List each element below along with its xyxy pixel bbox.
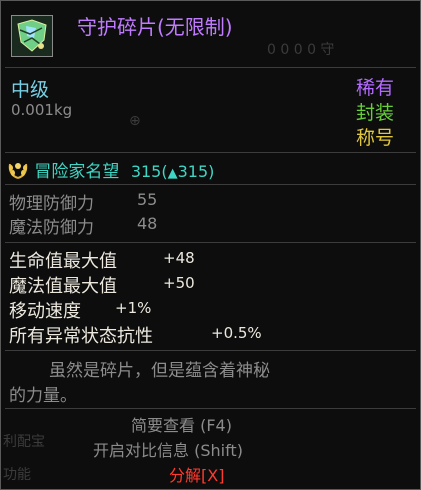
item-weight: 0.001kg — [11, 101, 73, 119]
divider — [5, 350, 416, 351]
physical-defense-value: 55 — [137, 190, 158, 209]
background-ghost-icon: ⊕ — [129, 113, 141, 129]
brief-view-hint[interactable]: 简要查看 (F4) — [131, 412, 232, 436]
stat-label: 生命值最大值 — [9, 251, 117, 272]
disassemble-hint[interactable]: 分解[X] — [169, 462, 224, 486]
stat-value: +0.5% — [211, 324, 262, 342]
laurel-wreath-icon — [7, 160, 29, 185]
stat-value: +50 — [163, 274, 195, 292]
divider — [5, 67, 416, 68]
stat-value: +48 — [163, 249, 195, 267]
fame-row: 冒险家名望 315(▲315) — [7, 157, 214, 185]
stat-label: 魔法值最大值 — [9, 276, 117, 297]
divider — [5, 152, 416, 153]
stat-value: +1% — [115, 299, 152, 317]
fame-value: 315( — [130, 162, 168, 181]
divider — [5, 184, 416, 185]
item-grade: 中级 — [11, 79, 50, 101]
item-sealed-status: 封装 — [355, 102, 394, 124]
compare-info-hint[interactable]: 开启对比信息 (Shift) — [93, 437, 243, 461]
item-rarity: 稀有 — [355, 77, 394, 99]
flavor-text-line: 虽然是碎片，但是蕴含着神秘 — [49, 361, 270, 381]
physical-defense-label: 物理防御力 — [9, 194, 94, 214]
magic-defense-value: 48 — [137, 214, 158, 233]
item-type: 称号 — [355, 127, 394, 149]
item-tooltip: 0 0 0 0 守 ⊕ 利配宝 功能 守护碎片(无限制) 中级 0.001kg … — [0, 0, 421, 490]
background-ghost-text: 利配宝 — [3, 434, 45, 450]
item-title: 守护碎片(无限制) — [77, 15, 233, 39]
tooltip-header: 守护碎片(无限制) — [1, 1, 420, 67]
flavor-text-line: 的力量。 — [9, 386, 77, 406]
fame-delta: 315) — [177, 162, 215, 181]
divider — [5, 408, 416, 409]
cracked-green-shield-fragment-icon — [11, 15, 53, 57]
divider — [5, 242, 416, 243]
stat-label: 移动速度 — [9, 301, 81, 322]
magic-defense-label: 魔法防御力 — [9, 218, 94, 238]
stat-label: 所有异常状态抗性 — [9, 326, 153, 347]
fame-label: 冒险家名望 — [34, 162, 120, 182]
fame-up-arrow-icon: ▲ — [167, 166, 178, 181]
background-ghost-text: 功能 — [3, 467, 31, 483]
